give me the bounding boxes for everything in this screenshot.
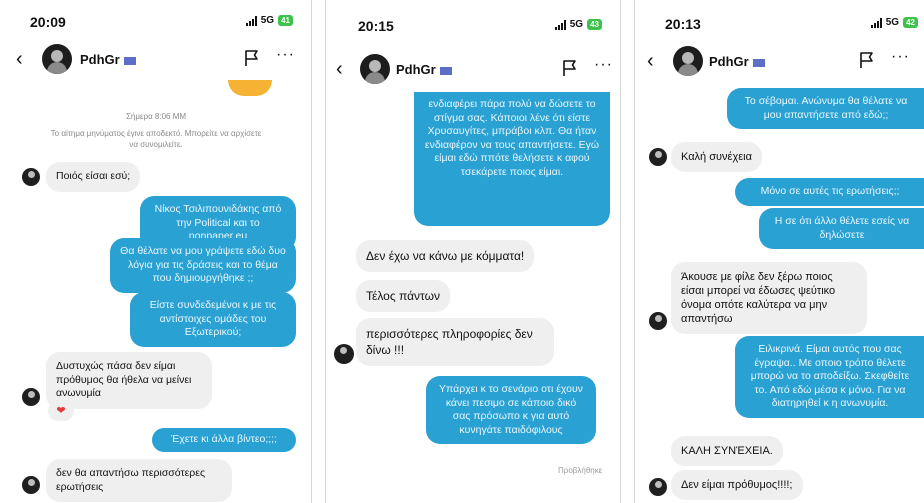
status-icons: 5G 42 xyxy=(870,17,918,28)
message-incoming: Καλή συνέχεια xyxy=(671,142,762,172)
chat-header: ‹ PdhGr ··· xyxy=(326,50,620,90)
seen-status: Προβλήθηκε xyxy=(558,466,603,475)
sender-avatar xyxy=(22,476,40,494)
screenshot-phone-2: 20:15 5G 43 ‹ PdhGr ··· ενδιαφέρει πάρα … xyxy=(325,0,621,503)
message-outgoing: Θα θέλατε να μου γράψετε εδώ δυο λόγια γ… xyxy=(110,238,296,293)
message-incoming: ΚΑΛΗ ΣΥΝΈΧΕΙΑ. xyxy=(671,436,783,466)
sticker-fragment xyxy=(228,80,272,96)
chevron-left-icon[interactable]: ‹ xyxy=(336,59,343,79)
message-incoming: Άκουσε με φίλε δεν ξέρω ποιος είσαι μπορ… xyxy=(671,262,867,334)
status-bar: 20:13 5G 42 xyxy=(635,0,924,40)
sender-avatar xyxy=(22,388,40,406)
message-outgoing: Έχετε κι άλλα βίντεο;;;; xyxy=(152,428,296,452)
message-outgoing: Το σέβομαι. Ανώνυμα θα θέλατε να μου απα… xyxy=(727,88,924,129)
screenshot-phone-3: 20:13 5G 42 ‹ PdhGr ··· Το σέβομαι. Ανών… xyxy=(634,0,924,503)
contact-name[interactable]: PdhGr xyxy=(80,52,136,67)
chat-header: ‹ PdhGr ··· xyxy=(0,40,311,80)
signal-icon xyxy=(245,15,257,26)
flag-outline-icon[interactable] xyxy=(859,51,875,69)
more-icon[interactable]: ··· xyxy=(891,48,910,66)
signal-icon xyxy=(870,17,882,28)
battery-icon: 42 xyxy=(903,17,918,28)
message-incoming: Τέλος πάντων xyxy=(356,280,450,312)
status-bar: 20:15 5G 43 xyxy=(326,0,620,40)
sender-avatar xyxy=(334,344,354,364)
network-label: 5G xyxy=(260,15,275,26)
flag-emoji-icon xyxy=(752,58,765,67)
status-icons: 5G 43 xyxy=(554,19,602,30)
battery-icon: 41 xyxy=(278,15,293,26)
flag-outline-icon[interactable] xyxy=(562,59,578,77)
chat-header: ‹ PdhGr ··· xyxy=(635,42,924,82)
network-label: 5G xyxy=(885,17,900,28)
message-outgoing: ενδιαφέρει πάρα πολύ να δώσετε το στίγμα… xyxy=(414,92,610,226)
date-label: Σήμερα 8:06 ΜΜ xyxy=(125,112,187,121)
avatar[interactable] xyxy=(42,44,72,74)
chevron-left-icon[interactable]: ‹ xyxy=(647,51,654,71)
status-bar: 20:09 5G 41 xyxy=(0,0,311,40)
sender-avatar xyxy=(649,148,667,166)
sender-avatar xyxy=(649,478,667,496)
sender-avatar xyxy=(649,312,667,330)
message-outgoing: Είστε συνδεδεμένοι κ με τις αντίστοιχες … xyxy=(130,292,296,347)
flag-emoji-icon xyxy=(439,66,452,75)
message-incoming: Δυστυχώς πάσα δεν είμαι πρόθυμος θα ήθελ… xyxy=(46,352,212,409)
more-icon[interactable]: ··· xyxy=(594,56,613,74)
status-icons: 5G 41 xyxy=(245,15,293,26)
message-incoming: Ποιός είσαι εσύ; xyxy=(46,162,141,192)
message-outgoing: Ειλικρινά. Είμαι αυτός που σας έγραψα.. … xyxy=(735,336,924,418)
more-icon[interactable]: ··· xyxy=(276,46,295,64)
flag-outline-icon[interactable] xyxy=(244,49,260,67)
avatar[interactable] xyxy=(360,54,390,84)
flag-emoji-icon xyxy=(123,56,136,65)
status-time: 20:13 xyxy=(665,16,701,32)
message-outgoing: Υπάρχει κ το σενάριο οτι έχουν κάνει πεσ… xyxy=(426,376,596,444)
contact-name[interactable]: PdhGr xyxy=(396,62,452,77)
message-incoming: περισσότερες πληροφορίες δεν δίνω !!! xyxy=(356,318,554,366)
message-incoming: Δεν είμαι πρόθυμος!!!!; xyxy=(671,470,803,500)
message-incoming: δεν θα απαντήσω περισσότερες ερωτήσεις xyxy=(46,459,232,502)
message-outgoing: Η σε ότι άλλο θέλετε εσείς να δηλώσετε xyxy=(759,208,924,249)
message-outgoing: Μόνο σε αυτές τις ερωτήσεις;; xyxy=(735,178,924,206)
avatar[interactable] xyxy=(673,46,703,76)
battery-icon: 43 xyxy=(587,19,602,30)
heart-icon: ❤ xyxy=(48,401,74,421)
contact-name[interactable]: PdhGr xyxy=(709,54,765,69)
status-time: 20:15 xyxy=(358,18,394,34)
chevron-left-icon[interactable]: ‹ xyxy=(16,49,23,69)
network-label: 5G xyxy=(569,19,584,30)
message-incoming: Δεν έχω να κάνω με κόμματα! xyxy=(356,240,535,272)
signal-icon xyxy=(554,19,566,30)
status-time: 20:09 xyxy=(30,14,66,30)
request-accepted-notice: Το αίτημα μηνύματος έγινε αποδεκτό. Μπορ… xyxy=(50,129,262,149)
sender-avatar xyxy=(22,168,40,186)
screenshot-phone-1: 20:09 5G 41 ‹ PdhGr ··· Σήμερα 8:06 ΜΜ Τ… xyxy=(0,0,312,503)
